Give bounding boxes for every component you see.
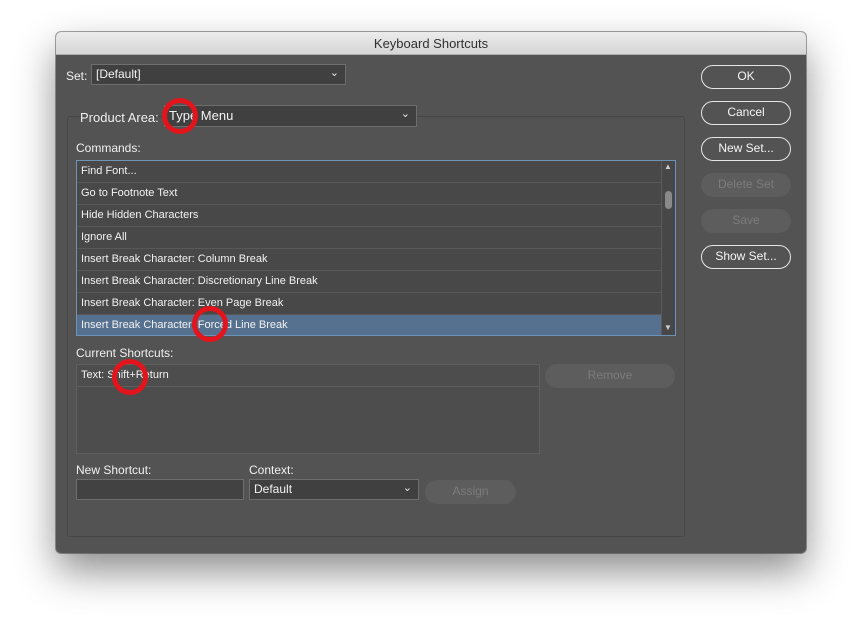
product-area-label: Product Area: bbox=[80, 110, 159, 125]
show-set-button[interactable]: Show Set... bbox=[701, 245, 791, 269]
commands-list[interactable]: Find Font... Go to Footnote Text Hide Hi… bbox=[76, 160, 676, 336]
delete-set-button[interactable]: Delete Set bbox=[701, 173, 791, 197]
new-shortcut-label: New Shortcut: bbox=[76, 463, 152, 477]
chevron-down-icon: ⌄ bbox=[400, 108, 410, 120]
set-dropdown[interactable]: [Default] ⌄ bbox=[91, 64, 346, 85]
list-item-selected[interactable]: Insert Break Character: Forced Line Brea… bbox=[77, 315, 663, 335]
list-item[interactable]: Ignore All bbox=[77, 227, 663, 249]
context-label: Context: bbox=[249, 463, 294, 477]
set-label: Set: bbox=[66, 69, 88, 83]
annotation-circle-marker bbox=[192, 306, 228, 342]
annotation-circle-marker bbox=[112, 359, 148, 395]
product-area-dropdown[interactable]: Type Menu ⌄ bbox=[164, 105, 417, 127]
context-dropdown-value: Default bbox=[254, 482, 293, 496]
assign-button[interactable]: Assign bbox=[425, 480, 516, 504]
new-set-button[interactable]: New Set... bbox=[701, 137, 791, 161]
chevron-down-icon: ⌄ bbox=[402, 482, 412, 494]
list-item[interactable]: Find Font... bbox=[77, 161, 663, 183]
commands-scrollbar[interactable]: ▲ ▼ bbox=[661, 161, 675, 335]
title-bar[interactable]: Keyboard Shortcuts bbox=[56, 32, 806, 55]
annotation-circle-marker bbox=[162, 98, 198, 134]
list-item[interactable]: Insert Break Character: Discretionary Li… bbox=[77, 271, 663, 293]
list-item[interactable]: Go to Footnote Text bbox=[77, 183, 663, 205]
save-button[interactable]: Save bbox=[701, 209, 791, 233]
cancel-button[interactable]: Cancel bbox=[701, 101, 791, 125]
chevron-down-icon: ⌄ bbox=[329, 67, 339, 79]
list-item[interactable]: Insert Break Character: Even Page Break bbox=[77, 293, 663, 315]
scrollbar-thumb[interactable] bbox=[665, 191, 672, 209]
set-dropdown-value: [Default] bbox=[96, 67, 141, 81]
remove-button[interactable]: Remove bbox=[545, 364, 675, 388]
window-title: Keyboard Shortcuts bbox=[373, 36, 489, 51]
chevron-up-icon[interactable]: ▲ bbox=[664, 162, 672, 171]
list-item[interactable]: Insert Break Character: Column Break bbox=[77, 249, 663, 271]
new-shortcut-input[interactable] bbox=[76, 479, 244, 500]
list-item[interactable]: Hide Hidden Characters bbox=[77, 205, 663, 227]
ok-button[interactable]: OK bbox=[701, 65, 791, 89]
chevron-down-icon[interactable]: ▼ bbox=[664, 323, 672, 332]
keyboard-shortcuts-dialog: Keyboard Shortcuts Set: [Default] ⌄ Prod… bbox=[56, 32, 806, 553]
context-dropdown[interactable]: Default ⌄ bbox=[249, 479, 419, 500]
commands-label: Commands: bbox=[76, 141, 141, 155]
current-shortcuts-label: Current Shortcuts: bbox=[76, 346, 174, 360]
